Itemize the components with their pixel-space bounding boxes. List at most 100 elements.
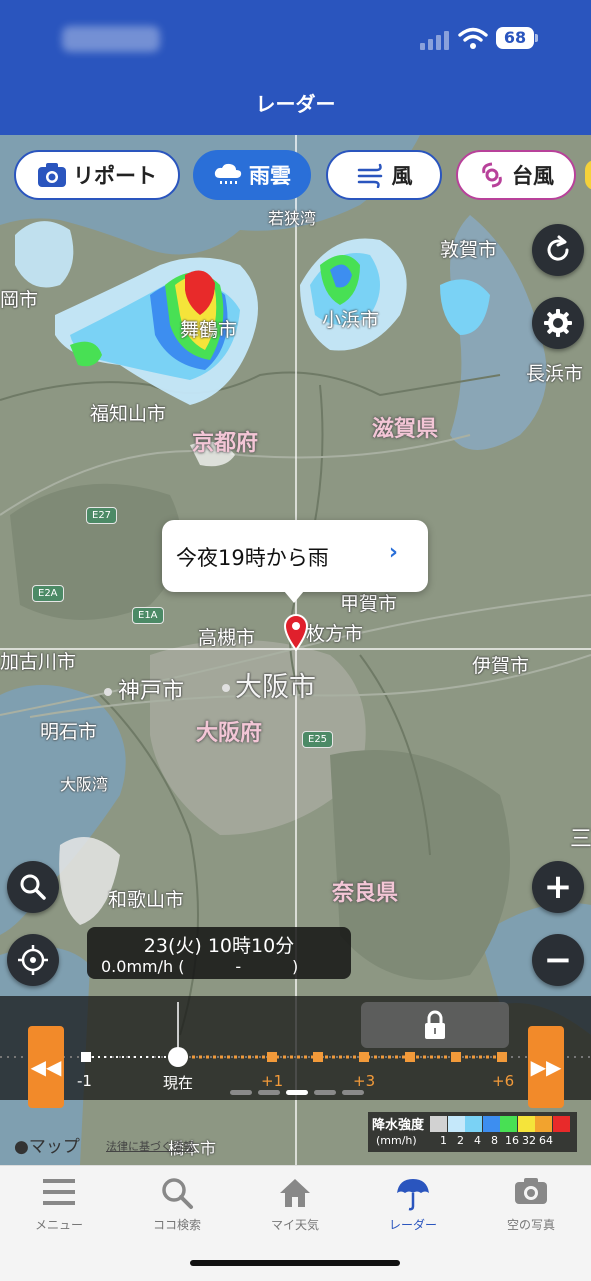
legal-link[interactable]: 法律に基づく情報 (106, 1138, 194, 1154)
umbrella-icon (397, 1179, 429, 1211)
map-label-prefecture: 奈良県 (332, 881, 399, 906)
camera-icon (515, 1178, 547, 1204)
typhoon-icon (482, 162, 502, 188)
rewind-button[interactable]: ◀◀ (28, 1026, 64, 1108)
gear-icon (544, 309, 572, 337)
zoom-in-button[interactable]: + (532, 861, 584, 913)
legend-value: 16 (505, 1134, 519, 1147)
legend-value: 64 (539, 1134, 553, 1147)
tab-my-weather[interactable]: マイ天気 (236, 1166, 354, 1246)
rewind-icon: ◀◀ (30, 1055, 62, 1079)
tab-menu[interactable]: メニュー (0, 1166, 118, 1246)
map-label-city: 高槻市 (198, 627, 256, 649)
current-location-button[interactable] (7, 934, 59, 986)
tab-label: ココ検索 (152, 1218, 201, 1232)
tab-label: 空の写真 (506, 1218, 555, 1232)
map-label-city: 伊賀市 (472, 655, 530, 677)
precipitation-legend: 降水強度 (mm/h) 1 2 4 8 16 32 64 (368, 1112, 577, 1152)
legend-swatch (535, 1116, 552, 1132)
legend-title: 降水強度 (372, 1118, 425, 1133)
legend-unit: (mm/h) (376, 1134, 417, 1147)
map-label-city: 神戸市 (118, 679, 185, 704)
map-label-sea: 大阪湾 (60, 775, 109, 794)
search-icon (162, 1178, 193, 1209)
apple-icon: ● (14, 1137, 29, 1157)
legend-value: 32 (522, 1134, 536, 1147)
legend-swatch (517, 1116, 535, 1132)
timeline-label: -1 (77, 1072, 92, 1090)
timeline-label: +3 (353, 1072, 376, 1090)
page-indicator-dot (230, 1090, 252, 1095)
map-label-sea: 若狭湾 (268, 209, 317, 228)
map-label-city: 枚方市 (306, 623, 364, 645)
location-pin-icon[interactable] (283, 613, 309, 651)
settings-button[interactable] (532, 297, 584, 349)
search-icon (20, 874, 46, 900)
tab-label: レーダー (388, 1218, 437, 1232)
page-indicator-dot (314, 1090, 336, 1095)
battery-indicator: 68 (496, 27, 534, 49)
layer-chip-typhoon[interactable]: 台風 (456, 150, 576, 200)
refresh-button[interactable] (532, 224, 584, 276)
map-label-city: 長浜市 (526, 363, 584, 385)
legend-swatch (552, 1116, 570, 1132)
highway-shield: E25 (302, 731, 334, 748)
lock-icon (425, 1010, 445, 1039)
tab-sky-photos[interactable]: 空の写真 (472, 1166, 590, 1246)
camera-icon (38, 163, 66, 187)
layer-chip-overflow[interactable] (585, 160, 591, 190)
highway-shield: E27 (86, 507, 118, 524)
tab-radar[interactable]: レーダー (354, 1166, 472, 1246)
callout-tail (284, 591, 304, 603)
map-label-city: 明石市 (40, 721, 98, 743)
wifi-icon (458, 27, 488, 49)
map-label-city: 敦賀市 (440, 239, 498, 261)
legend-value: 2 (457, 1134, 464, 1147)
apple-maps-logo: ●マップ (14, 1132, 80, 1157)
map-label-city: 和歌山市 (108, 889, 185, 911)
search-map-button[interactable] (7, 861, 59, 913)
map-label-city: 舞鶴市 (180, 319, 238, 341)
locate-icon (18, 945, 48, 975)
home-icon (280, 1179, 310, 1207)
plus-icon: + (543, 867, 573, 907)
page-indicator-dot (342, 1090, 364, 1095)
home-indicator (190, 1260, 400, 1266)
layer-chip-label: リポート (73, 164, 157, 188)
map-label-prefecture: 大阪府 (196, 721, 263, 746)
tab-location-search[interactable]: ココ検索 (118, 1166, 236, 1246)
forecast-callout-text: 今夜19時から雨 (176, 546, 329, 570)
layer-chip-wind[interactable]: 風 (326, 150, 442, 200)
map-label-city: 加古川市 (0, 651, 77, 673)
map-label-city: 大阪市 (235, 672, 316, 703)
cellular-signal-icon (420, 28, 450, 50)
zoom-out-button[interactable]: − (532, 934, 584, 986)
map-label-city: 甲賀市 (340, 593, 398, 615)
time-info-box: 23(火) 10時10分 0.0mm/h ( - ) (87, 927, 351, 979)
battery-tip (535, 34, 538, 42)
legend-value: 4 (474, 1134, 481, 1147)
fast-forward-icon: ▶▶ (530, 1055, 562, 1079)
map-label-city: 福知山市 (90, 403, 167, 425)
app-header: 68 レーダー (0, 0, 591, 135)
timeline-label: +6 (492, 1072, 515, 1090)
layer-chip-rain-cloud[interactable]: 雨雲 (193, 150, 311, 200)
legend-swatch (500, 1116, 517, 1132)
timeline-label-now: 現在 (163, 1074, 194, 1092)
menu-icon (43, 1179, 75, 1205)
carrier-name-blurred (62, 26, 160, 52)
fast-forward-button[interactable]: ▶▶ (528, 1026, 564, 1108)
layer-chip-label: 風 (391, 164, 413, 188)
chevron-right-icon: › (388, 540, 398, 565)
legend-swatch (482, 1116, 500, 1132)
radar-datetime: 23(火) 10時10分 (143, 935, 295, 957)
maps-logo-text: マップ (28, 1137, 80, 1157)
timeline-label: +1 (261, 1072, 284, 1090)
refresh-icon (547, 235, 569, 261)
timeline-lock-button[interactable] (361, 1002, 509, 1048)
layer-chip-report[interactable]: リポート (14, 150, 180, 200)
map-label-prefecture: 滋賀県 (372, 417, 439, 442)
highway-shield: E1A (132, 607, 164, 624)
map-label-city: 小浜市 (322, 309, 380, 331)
forecast-callout[interactable]: 今夜19時から雨 › (162, 520, 428, 592)
